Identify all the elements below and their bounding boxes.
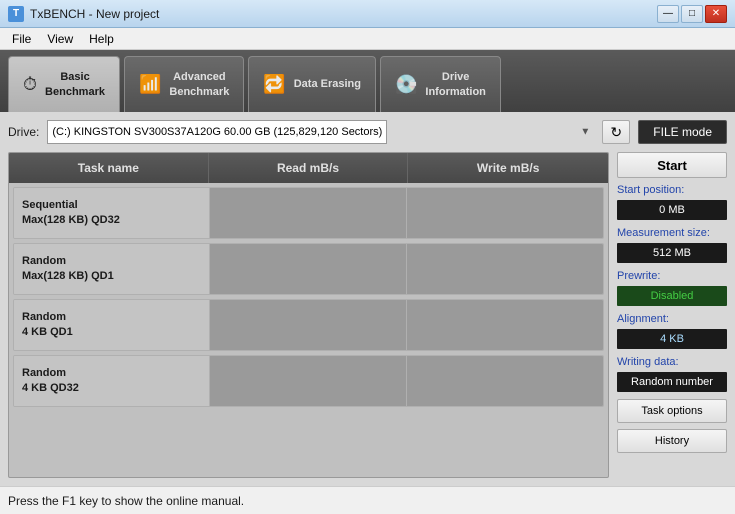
- menu-help[interactable]: Help: [81, 30, 122, 48]
- header-read: Read mB/s: [209, 153, 409, 183]
- start-position-value: 0 MB: [617, 200, 727, 220]
- table-row: Random4 KB QD1: [13, 299, 604, 351]
- table-row: RandomMax(128 KB) QD1: [13, 243, 604, 295]
- row2-read: [210, 244, 406, 294]
- basic-benchmark-icon: ⏱: [23, 74, 37, 95]
- alignment-value: 4 KB: [617, 329, 727, 349]
- minimize-button[interactable]: —: [657, 5, 679, 23]
- menu-view[interactable]: View: [39, 30, 81, 48]
- row1-read: [210, 188, 406, 238]
- table-row: Random4 KB QD32: [13, 355, 604, 407]
- menu-file[interactable]: File: [4, 30, 39, 48]
- prewrite-value: Disabled: [617, 286, 727, 306]
- app-icon: T: [8, 6, 24, 22]
- header-write: Write mB/s: [408, 153, 608, 183]
- file-mode-button[interactable]: FILE mode: [638, 120, 727, 144]
- table-body: SequentialMax(128 KB) QD32 RandomMax(128…: [9, 183, 608, 411]
- start-position-label: Start position:: [617, 184, 727, 196]
- row3-read: [210, 300, 406, 350]
- tab-basic-benchmark-label: BasicBenchmark: [45, 70, 105, 99]
- benchmark-table: Task name Read mB/s Write mB/s Sequentia…: [8, 152, 609, 478]
- tab-advanced-benchmark[interactable]: 📶 AdvancedBenchmark: [124, 56, 244, 112]
- drive-row: Drive: (C:) KINGSTON SV300S37A120G 60.00…: [8, 120, 727, 144]
- measurement-size-label: Measurement size:: [617, 227, 727, 239]
- drive-refresh-button[interactable]: ↻: [602, 120, 630, 144]
- drive-select[interactable]: (C:) KINGSTON SV300S37A120G 60.00 GB (12…: [47, 120, 387, 144]
- row4-read: [210, 356, 406, 406]
- table-header: Task name Read mB/s Write mB/s: [9, 153, 608, 183]
- drive-information-icon: 💽: [395, 74, 417, 95]
- writing-data-label: Writing data:: [617, 356, 727, 368]
- writing-data-value: Random number: [617, 372, 727, 392]
- content-area: Drive: (C:) KINGSTON SV300S37A120G 60.00…: [0, 112, 735, 486]
- measurement-size-value: 512 MB: [617, 243, 727, 263]
- row4-task-name: Random4 KB QD32: [14, 356, 210, 406]
- drive-select-wrapper: (C:) KINGSTON SV300S37A120G 60.00 GB (12…: [47, 120, 594, 144]
- start-button[interactable]: Start: [617, 152, 727, 178]
- history-button[interactable]: History: [617, 429, 727, 453]
- row1-write: [407, 188, 603, 238]
- maximize-button[interactable]: □: [681, 5, 703, 23]
- row2-write: [407, 244, 603, 294]
- status-bar: Press the F1 key to show the online manu…: [0, 486, 735, 514]
- row2-task-name: RandomMax(128 KB) QD1: [14, 244, 210, 294]
- prewrite-label: Prewrite:: [617, 270, 727, 282]
- main-layout: Task name Read mB/s Write mB/s Sequentia…: [8, 152, 727, 478]
- tab-basic-benchmark[interactable]: ⏱ BasicBenchmark: [8, 56, 120, 112]
- task-options-button[interactable]: Task options: [617, 399, 727, 423]
- row1-task-name: SequentialMax(128 KB) QD32: [14, 188, 210, 238]
- menu-bar: File View Help: [0, 28, 735, 50]
- title-bar: T TxBENCH - New project — □ ✕: [0, 0, 735, 28]
- advanced-benchmark-icon: 📶: [139, 74, 161, 95]
- tab-data-erasing[interactable]: 🔁 Data Erasing: [248, 56, 376, 112]
- tab-drive-information-label: DriveInformation: [425, 70, 486, 99]
- status-text: Press the F1 key to show the online manu…: [8, 494, 244, 508]
- row3-task-name: Random4 KB QD1: [14, 300, 210, 350]
- window-title: TxBENCH - New project: [30, 7, 159, 21]
- title-bar-left: T TxBENCH - New project: [8, 6, 159, 22]
- drive-label: Drive:: [8, 125, 39, 139]
- window-controls: — □ ✕: [657, 5, 727, 23]
- tab-data-erasing-label: Data Erasing: [294, 77, 361, 91]
- right-panel: Start Start position: 0 MB Measurement s…: [617, 152, 727, 478]
- table-row: SequentialMax(128 KB) QD32: [13, 187, 604, 239]
- row4-write: [407, 356, 603, 406]
- row3-write: [407, 300, 603, 350]
- data-erasing-icon: 🔁: [263, 74, 285, 95]
- tab-bar: ⏱ BasicBenchmark 📶 AdvancedBenchmark 🔁 D…: [0, 50, 735, 112]
- tab-drive-information[interactable]: 💽 DriveInformation: [380, 56, 501, 112]
- close-button[interactable]: ✕: [705, 5, 727, 23]
- header-task-name: Task name: [9, 153, 209, 183]
- alignment-label: Alignment:: [617, 313, 727, 325]
- tab-advanced-benchmark-label: AdvancedBenchmark: [169, 70, 229, 99]
